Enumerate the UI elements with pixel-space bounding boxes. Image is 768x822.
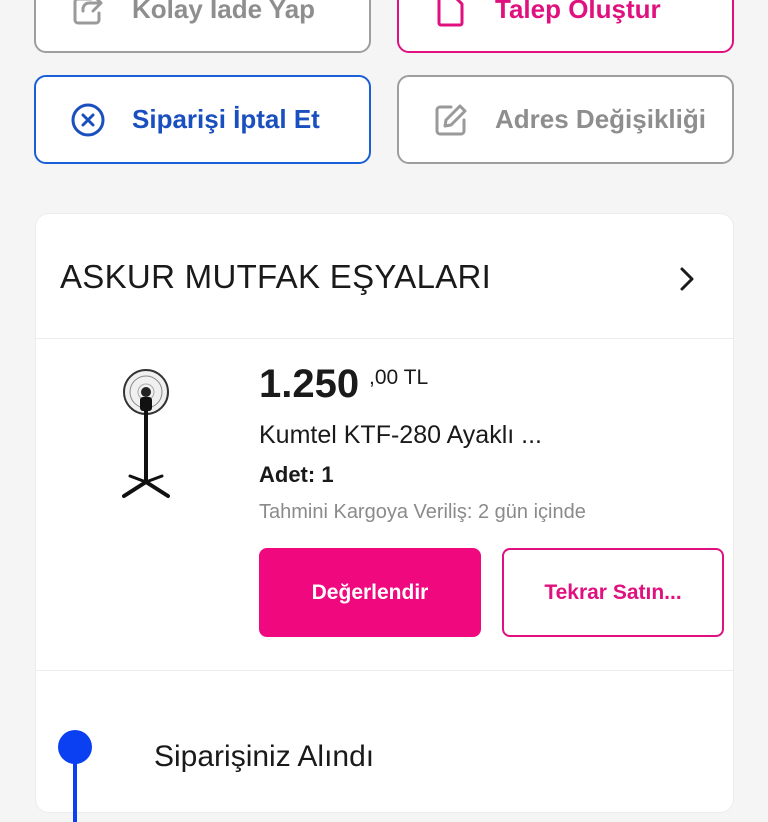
order-card: ASKUR MUTFAK EŞYALARI 1.250 ,00 TL Kumte…	[35, 213, 734, 822]
address-change-label: Adres Değişikliği	[495, 104, 706, 134]
create-request-button[interactable]: Talep Oluştur	[397, 0, 734, 53]
product-name[interactable]: Kumtel KTF-280 Ayaklı ...	[259, 421, 542, 450]
cancel-circle-icon	[68, 100, 108, 140]
order-status-text: Siparişiniz Alındı	[154, 740, 375, 773]
timeline-line	[73, 762, 77, 822]
seller-name[interactable]: ASKUR MUTFAK EŞYALARI	[60, 258, 491, 296]
easy-return-button[interactable]: Kolay İade Yap	[34, 0, 371, 53]
price-decimal: ,00 TL	[369, 366, 429, 389]
cancel-order-button[interactable]: Siparişi İptal Et	[34, 75, 371, 164]
timeline-dot	[58, 730, 92, 764]
create-request-label: Talep Oluştur	[495, 0, 661, 24]
rate-button[interactable]: Değerlendir	[259, 548, 481, 637]
price-main: 1.250	[259, 362, 360, 406]
return-icon	[68, 0, 108, 30]
shipping-estimate: Tahmini Kargoya Veriliş: 2 gün içinde	[259, 501, 586, 523]
rebuy-button[interactable]: Tekrar Satın...	[502, 548, 724, 637]
address-change-button[interactable]: Adres Değişikliği	[397, 75, 734, 164]
easy-return-label: Kolay İade Yap	[132, 0, 316, 24]
product-divider	[36, 670, 733, 671]
edit-icon	[431, 100, 471, 140]
product-image[interactable]	[116, 364, 176, 509]
seller-divider	[36, 338, 733, 339]
product-quantity: Adet: 1	[259, 462, 334, 487]
document-icon	[431, 0, 471, 30]
standing-fan-image	[122, 369, 170, 498]
chevron-right-icon[interactable]	[679, 266, 695, 297]
cancel-order-label: Siparişi İptal Et	[132, 104, 320, 134]
